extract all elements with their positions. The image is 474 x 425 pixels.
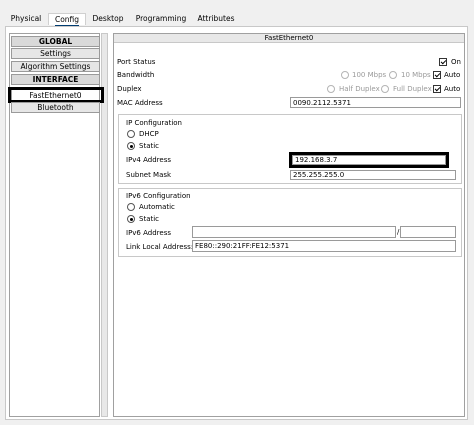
full-duplex-label: Full Duplex: [393, 85, 432, 93]
panel-title: FastEthernet0: [114, 34, 464, 43]
ipv6-automatic-label: Automatic: [139, 203, 175, 211]
dhcp-label: DHCP: [139, 130, 159, 138]
tab-attributes[interactable]: Attributes: [193, 13, 239, 24]
tab-config[interactable]: Config: [48, 13, 86, 27]
tab-physical[interactable]: Physical: [5, 13, 47, 24]
sidebar-heading-global[interactable]: GLOBAL: [11, 36, 100, 47]
port-on-checkbox[interactable]: [439, 58, 447, 66]
ipv6-address-field[interactable]: [192, 226, 396, 238]
tab-programming[interactable]: Programming: [132, 13, 190, 24]
bandwidth-10-label: 10 Mbps: [401, 71, 431, 79]
ipv4-static-label: Static: [139, 142, 160, 150]
ipv4-static-radio[interactable]: [127, 142, 135, 150]
port-status-label: Port Status: [117, 58, 156, 66]
link-local-address-field[interactable]: FE80::290:21FF:FE12:5371: [192, 240, 456, 252]
full-duplex-radio[interactable]: [381, 85, 389, 93]
bandwidth-100-label: 100 Mbps: [352, 71, 387, 79]
ipv6-prefix-separator: /: [397, 228, 400, 236]
ipv6-configuration-title: IPv6 Configuration: [126, 192, 191, 200]
half-duplex-label: Half Duplex: [339, 85, 380, 93]
duplex-label: Duplex: [117, 85, 142, 93]
ipv6-static-label: Static: [139, 215, 160, 223]
subnet-mask-label: Subnet Mask: [126, 171, 172, 179]
bandwidth-auto-checkbox[interactable]: [433, 71, 441, 79]
ipv6-prefix-field[interactable]: [400, 226, 456, 238]
bandwidth-label: Bandwidth: [117, 71, 155, 79]
duplex-auto-label: Auto: [444, 85, 461, 93]
ipv6-automatic-radio[interactable]: [127, 203, 135, 211]
sidebar-item-bluetooth[interactable]: Bluetooth: [11, 102, 100, 113]
sidebar-heading-interface[interactable]: INTERFACE: [11, 74, 100, 85]
subnet-mask-field[interactable]: 255.255.255.0: [290, 170, 456, 180]
sidebar-item-algorithm-settings[interactable]: Algorithm Settings: [11, 61, 100, 72]
fastethernet0-highlight: [8, 87, 104, 103]
bandwidth-10-radio[interactable]: [389, 71, 397, 79]
sidebar-item-settings[interactable]: Settings: [11, 48, 100, 59]
ip-configuration-title: IP Configuration: [126, 119, 182, 127]
tab-desktop[interactable]: Desktop: [88, 13, 128, 24]
dhcp-radio[interactable]: [127, 130, 135, 138]
ipv4-address-highlight: [289, 152, 449, 168]
bandwidth-100-radio[interactable]: [341, 71, 349, 79]
ipv4-address-label: IPv4 Address: [126, 156, 171, 164]
duplex-auto-checkbox[interactable]: [433, 85, 441, 93]
mac-address-label: MAC Address: [117, 99, 163, 107]
bandwidth-auto-label: Auto: [444, 71, 461, 79]
ipv6-address-label: IPv6 Address: [126, 229, 171, 237]
ipv6-static-radio[interactable]: [127, 215, 135, 223]
link-local-address-label: Link Local Address:: [126, 243, 194, 251]
port-on-label: On: [451, 58, 461, 66]
mac-address-field[interactable]: 0090.2112.5371: [290, 97, 461, 108]
half-duplex-radio[interactable]: [327, 85, 335, 93]
